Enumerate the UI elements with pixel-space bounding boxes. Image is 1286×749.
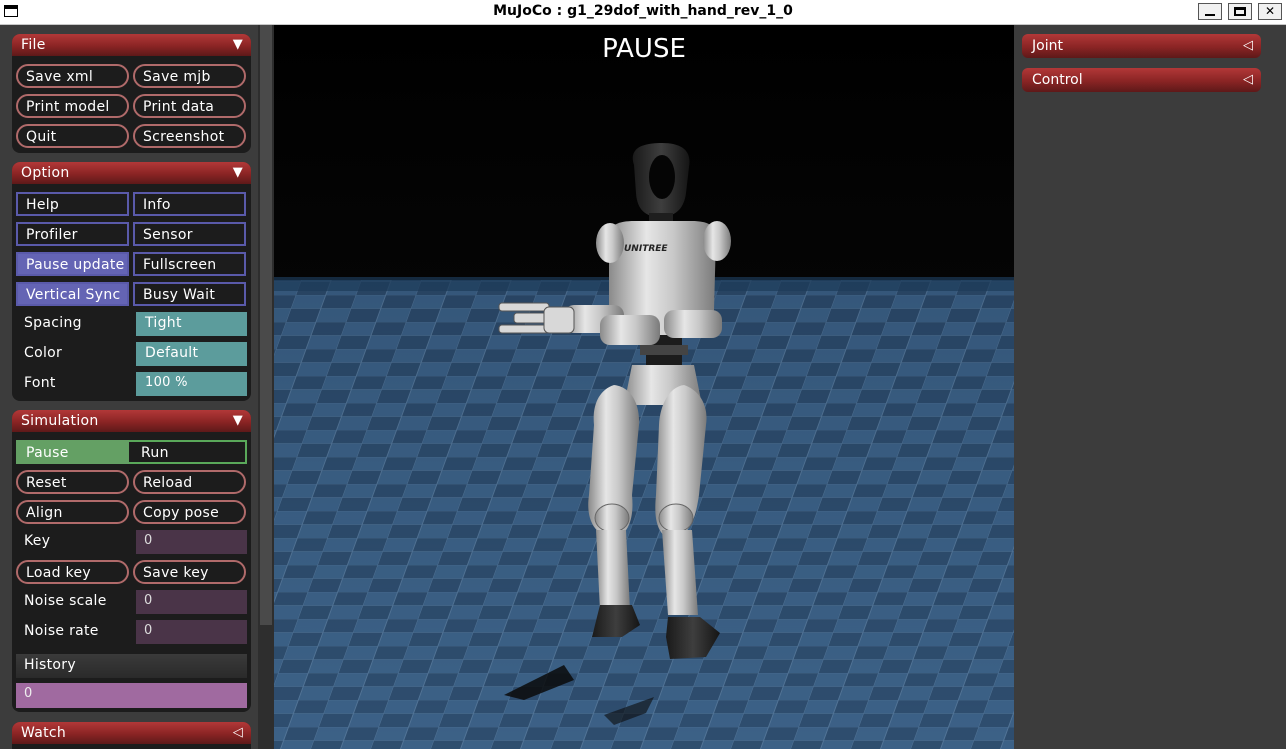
color-label: Color [24,345,63,361]
spacing-select[interactable]: Tight [136,312,247,336]
reload-button[interactable]: Reload [133,470,246,494]
save-mjb-button[interactable]: Save mjb [133,64,246,88]
watch-section-header[interactable]: Watch ◁ [12,722,251,744]
copy-pose-button[interactable]: Copy pose [133,500,246,524]
color-select[interactable]: Default [136,342,247,366]
key-label: Key [24,533,51,549]
collapse-down-icon: ▼ [232,37,243,52]
joint-section-header[interactable]: Joint ◁ [1022,34,1261,58]
busy-wait-checkbox[interactable]: Busy Wait [133,282,246,306]
save-key-button[interactable]: Save key [133,560,246,584]
option-section: Option ▼ Help Info Profiler Sensor Pause… [12,162,251,401]
file-section-header[interactable]: File ▼ [12,34,251,56]
watch-section: Watch ◁ [12,722,251,749]
close-icon: ✕ [1264,4,1276,18]
watch-section-title: Watch [21,725,67,741]
simulation-section-header[interactable]: Simulation ▼ [12,410,251,432]
run-radio[interactable]: Run [129,440,247,464]
simulation-section: Simulation ▼ Pause Run Reset Reload Alig… [12,410,251,712]
print-data-button[interactable]: Print data [133,94,246,118]
help-checkbox[interactable]: Help [16,192,129,216]
sensor-checkbox[interactable]: Sensor [133,222,246,246]
noise-scale-label: Noise scale [24,593,107,609]
simulation-section-title: Simulation [21,413,99,429]
collapse-down-icon: ▼ [232,165,243,180]
robot-logo-text: UNITREE [624,244,668,254]
expand-left-icon: ◁ [1243,72,1253,87]
left-panel-scroll-thumb[interactable] [260,25,272,625]
minimize-icon [1205,14,1215,16]
pause-update-checkbox[interactable]: Pause update [16,252,129,276]
info-checkbox[interactable]: Info [133,192,246,216]
file-section-title: File [21,37,46,53]
option-section-header[interactable]: Option ▼ [12,162,251,184]
profiler-checkbox[interactable]: Profiler [16,222,129,246]
option-section-title: Option [21,165,70,181]
scene-render: UNITREE PAUSE [274,25,1014,749]
load-key-button[interactable]: Load key [16,560,129,584]
file-section: File ▼ Save xml Save mjb Print model Pri… [12,34,251,153]
align-button[interactable]: Align [16,500,129,524]
spacing-label: Spacing [24,315,82,331]
noise-rate-label: Noise rate [24,623,99,639]
font-select[interactable]: 100 % [136,372,247,396]
collapse-down-icon: ▼ [232,413,243,428]
title-bar: MuJoCo : g1_29dof_with_hand_rev_1_0 ✕ [0,0,1286,25]
control-section-header[interactable]: Control ◁ [1022,68,1261,92]
vertical-sync-checkbox[interactable]: Vertical Sync [16,282,129,306]
history-label: History [16,654,247,678]
close-button[interactable]: ✕ [1258,3,1282,20]
control-section-title: Control [1032,72,1083,88]
right-panel [1014,25,1286,749]
history-slider[interactable]: 0 [16,683,247,708]
reset-button[interactable]: Reset [16,470,129,494]
font-label: Font [24,375,56,391]
3d-viewport[interactable]: UNITREE PAUSE [274,25,1014,749]
window-title: MuJoCo : g1_29dof_with_hand_rev_1_0 [493,3,793,19]
save-xml-button[interactable]: Save xml [16,64,129,88]
print-model-button[interactable]: Print model [16,94,129,118]
key-input[interactable]: 0 [136,530,247,554]
quit-button[interactable]: Quit [16,124,129,148]
maximize-button[interactable] [1228,3,1252,20]
noise-scale-input[interactable]: 0 [136,590,247,614]
maximize-icon [1234,7,1246,16]
joint-section-title: Joint [1032,38,1063,54]
pause-status-text: PAUSE [602,34,686,64]
expand-left-icon: ◁ [1243,38,1253,53]
expand-left-icon: ◁ [232,725,243,740]
noise-rate-input[interactable]: 0 [136,620,247,644]
screenshot-button[interactable]: Screenshot [133,124,246,148]
minimize-button[interactable] [1198,3,1222,20]
pause-radio[interactable]: Pause [16,440,129,464]
fullscreen-checkbox[interactable]: Fullscreen [133,252,246,276]
